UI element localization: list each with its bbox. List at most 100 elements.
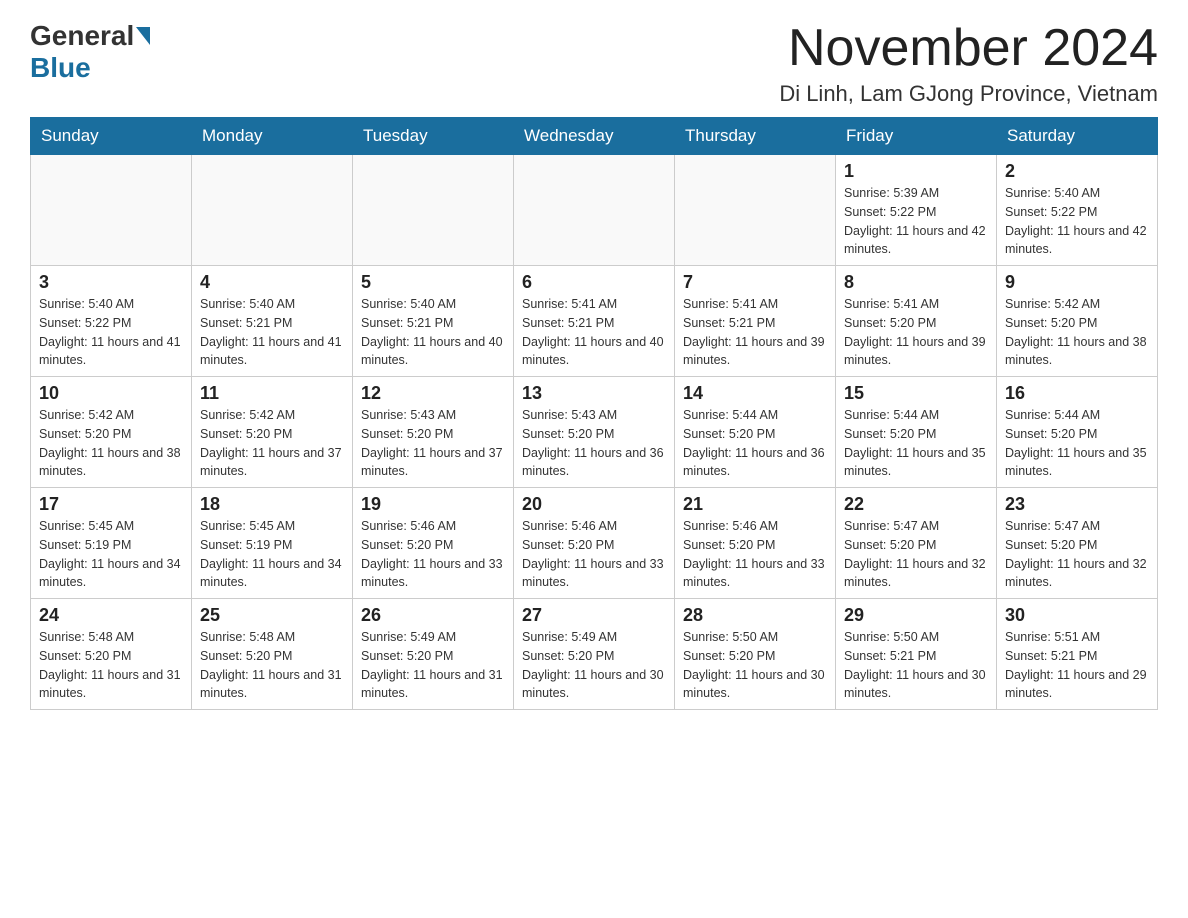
day-number: 13 [522,383,666,404]
day-cell: 25Sunrise: 5:48 AMSunset: 5:20 PMDayligh… [192,599,353,710]
day-info-line: Sunrise: 5:50 AM [683,628,827,647]
day-number: 27 [522,605,666,626]
day-cell: 21Sunrise: 5:46 AMSunset: 5:20 PMDayligh… [675,488,836,599]
day-cell: 2Sunrise: 5:40 AMSunset: 5:22 PMDaylight… [997,155,1158,266]
day-info-line: Sunset: 5:20 PM [361,536,505,555]
day-cell [31,155,192,266]
day-info-line: Sunrise: 5:44 AM [1005,406,1149,425]
day-number: 17 [39,494,183,515]
day-number: 7 [683,272,827,293]
day-info-line: Daylight: 11 hours and 35 minutes. [1005,444,1149,482]
day-info-line: Sunrise: 5:49 AM [361,628,505,647]
weekday-header-friday: Friday [836,118,997,155]
day-cell: 8Sunrise: 5:41 AMSunset: 5:20 PMDaylight… [836,266,997,377]
day-info-line: Daylight: 11 hours and 33 minutes. [361,555,505,593]
logo-general-text: General [30,20,134,52]
day-info-line: Sunrise: 5:40 AM [361,295,505,314]
day-info-line: Sunset: 5:22 PM [39,314,183,333]
day-info-line: Sunset: 5:20 PM [844,314,988,333]
day-info-line: Sunrise: 5:43 AM [361,406,505,425]
day-cell: 6Sunrise: 5:41 AMSunset: 5:21 PMDaylight… [514,266,675,377]
day-number: 5 [361,272,505,293]
day-info-line: Sunset: 5:22 PM [1005,203,1149,222]
day-info-line: Sunset: 5:20 PM [1005,536,1149,555]
day-cell: 27Sunrise: 5:49 AMSunset: 5:20 PMDayligh… [514,599,675,710]
day-number: 10 [39,383,183,404]
week-row-5: 24Sunrise: 5:48 AMSunset: 5:20 PMDayligh… [31,599,1158,710]
day-number: 9 [1005,272,1149,293]
day-info-line: Sunrise: 5:48 AM [200,628,344,647]
day-info-line: Sunset: 5:20 PM [683,647,827,666]
day-info-line: Sunset: 5:20 PM [1005,314,1149,333]
day-cell: 9Sunrise: 5:42 AMSunset: 5:20 PMDaylight… [997,266,1158,377]
calendar-table: SundayMondayTuesdayWednesdayThursdayFrid… [30,117,1158,710]
day-cell: 24Sunrise: 5:48 AMSunset: 5:20 PMDayligh… [31,599,192,710]
logo-blue-text: Blue [30,52,91,84]
day-info-line: Sunset: 5:20 PM [200,647,344,666]
day-info-line: Sunrise: 5:44 AM [683,406,827,425]
day-cell: 14Sunrise: 5:44 AMSunset: 5:20 PMDayligh… [675,377,836,488]
day-cell: 22Sunrise: 5:47 AMSunset: 5:20 PMDayligh… [836,488,997,599]
day-info-line: Daylight: 11 hours and 31 minutes. [361,666,505,704]
day-cell: 29Sunrise: 5:50 AMSunset: 5:21 PMDayligh… [836,599,997,710]
day-info-line: Daylight: 11 hours and 36 minutes. [522,444,666,482]
day-info-line: Sunrise: 5:47 AM [1005,517,1149,536]
day-info-line: Sunset: 5:21 PM [522,314,666,333]
day-info-line: Sunset: 5:21 PM [361,314,505,333]
day-number: 29 [844,605,988,626]
day-info-line: Daylight: 11 hours and 31 minutes. [39,666,183,704]
day-info-line: Sunrise: 5:45 AM [200,517,344,536]
day-cell: 20Sunrise: 5:46 AMSunset: 5:20 PMDayligh… [514,488,675,599]
day-info-line: Sunset: 5:20 PM [683,536,827,555]
day-number: 16 [1005,383,1149,404]
day-info-line: Sunrise: 5:40 AM [1005,184,1149,203]
day-info-line: Sunset: 5:19 PM [39,536,183,555]
day-info-line: Sunset: 5:20 PM [361,425,505,444]
day-cell: 5Sunrise: 5:40 AMSunset: 5:21 PMDaylight… [353,266,514,377]
day-info-line: Daylight: 11 hours and 33 minutes. [683,555,827,593]
day-info-line: Sunrise: 5:46 AM [361,517,505,536]
weekday-header-sunday: Sunday [31,118,192,155]
day-info-line: Sunrise: 5:41 AM [683,295,827,314]
day-number: 8 [844,272,988,293]
day-info-line: Daylight: 11 hours and 39 minutes. [844,333,988,371]
day-info-line: Daylight: 11 hours and 36 minutes. [683,444,827,482]
day-info-line: Sunset: 5:20 PM [39,647,183,666]
day-info-line: Daylight: 11 hours and 34 minutes. [200,555,344,593]
day-info-line: Daylight: 11 hours and 39 minutes. [683,333,827,371]
day-info-line: Daylight: 11 hours and 31 minutes. [200,666,344,704]
day-info-line: Sunrise: 5:42 AM [39,406,183,425]
day-info-line: Daylight: 11 hours and 30 minutes. [522,666,666,704]
day-cell [192,155,353,266]
day-number: 26 [361,605,505,626]
weekday-header-monday: Monday [192,118,353,155]
day-info-line: Sunrise: 5:41 AM [522,295,666,314]
day-cell: 7Sunrise: 5:41 AMSunset: 5:21 PMDaylight… [675,266,836,377]
weekday-header-wednesday: Wednesday [514,118,675,155]
day-cell: 18Sunrise: 5:45 AMSunset: 5:19 PMDayligh… [192,488,353,599]
day-number: 21 [683,494,827,515]
day-number: 15 [844,383,988,404]
logo-area: General Blue [30,20,152,84]
day-info-line: Sunrise: 5:45 AM [39,517,183,536]
day-info-line: Sunset: 5:20 PM [844,425,988,444]
day-info-line: Daylight: 11 hours and 41 minutes. [200,333,344,371]
day-number: 14 [683,383,827,404]
day-info-line: Sunrise: 5:44 AM [844,406,988,425]
weekday-header-tuesday: Tuesday [353,118,514,155]
header: General Blue November 2024 Di Linh, Lam … [30,20,1158,107]
day-cell: 10Sunrise: 5:42 AMSunset: 5:20 PMDayligh… [31,377,192,488]
day-info-line: Daylight: 11 hours and 30 minutes. [683,666,827,704]
day-number: 2 [1005,161,1149,182]
week-row-4: 17Sunrise: 5:45 AMSunset: 5:19 PMDayligh… [31,488,1158,599]
day-info-line: Sunset: 5:20 PM [361,647,505,666]
day-cell [514,155,675,266]
day-info-line: Sunrise: 5:43 AM [522,406,666,425]
day-info-line: Daylight: 11 hours and 32 minutes. [844,555,988,593]
day-info-line: Daylight: 11 hours and 30 minutes. [844,666,988,704]
day-info-line: Sunset: 5:20 PM [844,536,988,555]
day-cell: 15Sunrise: 5:44 AMSunset: 5:20 PMDayligh… [836,377,997,488]
day-number: 24 [39,605,183,626]
day-cell: 12Sunrise: 5:43 AMSunset: 5:20 PMDayligh… [353,377,514,488]
day-info-line: Daylight: 11 hours and 29 minutes. [1005,666,1149,704]
